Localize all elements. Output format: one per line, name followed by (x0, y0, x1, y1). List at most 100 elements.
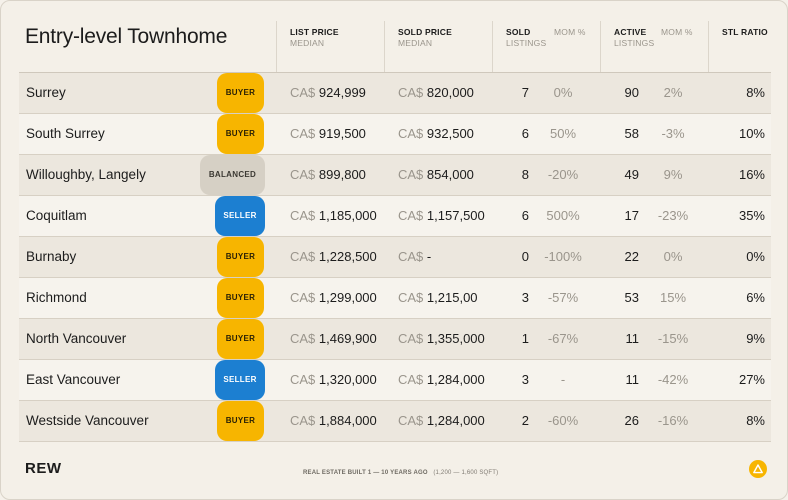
list-price-value: 1,228,500 (318, 249, 377, 264)
list-price-value: 1,185,000 (318, 208, 377, 223)
header-stl-ratio: STL RATIO (722, 27, 768, 38)
currency-label: CA$ (398, 208, 424, 223)
sold-price: CA$ 1,355,000 (398, 319, 485, 359)
currency-label: CA$ (398, 331, 424, 346)
list-price: CA$ 1,469,900 (290, 319, 377, 359)
list-price: CA$ 1,299,000 (290, 278, 377, 318)
active-listings: 58 (624, 126, 639, 141)
market-table-card: Entry-level Townhome LIST PRICE MEDIAN S… (0, 0, 788, 500)
city-name: Willoughby, Langely (26, 167, 146, 182)
sold-price-value: 1,284,000 (426, 372, 485, 387)
currency-label: CA$ (290, 167, 316, 182)
table-row: Richmond BUYER CA$ 1,299,000 CA$ 1,215,0… (19, 278, 771, 319)
sold-mom: - (560, 372, 566, 387)
currency-label: CA$ (290, 249, 316, 264)
list-price-value: 924,999 (318, 85, 366, 100)
currency-label: CA$ (398, 372, 424, 387)
active-mom: -23% (657, 208, 689, 223)
stl-ratio: 9% (746, 331, 765, 346)
market-badge: BALANCED (200, 155, 265, 195)
stl-ratio: 0% (746, 249, 765, 264)
stl-ratio: 16% (738, 167, 765, 182)
sold-price: CA$ 1,215,00 (398, 278, 478, 318)
stl-ratio: 8% (746, 85, 765, 100)
list-price: CA$ 899,800 (290, 155, 366, 195)
sold-price: CA$ 1,284,000 (398, 401, 485, 441)
sold-price-value: 854,000 (426, 167, 474, 182)
currency-label: CA$ (290, 85, 316, 100)
currency-label: CA$ (398, 85, 424, 100)
active-listings: 22 (624, 249, 639, 264)
sold-price: CA$ 820,000 (398, 73, 474, 113)
sold-mom: 500% (546, 208, 580, 223)
city-name: East Vancouver (26, 372, 121, 387)
active-mom: -3% (661, 126, 685, 141)
list-price: CA$ 924,999 (290, 73, 366, 113)
active-listings: 11 (625, 331, 640, 346)
active-listings: 11 (625, 372, 640, 387)
sold-listings: 7 (521, 85, 529, 100)
footer-note-sub: (1,200 — 1,600 SQFT) (433, 470, 499, 476)
header-label: SOLD PRICE (398, 27, 452, 37)
header-label: ACTIVE (614, 27, 647, 37)
list-price-value: 1,299,000 (318, 290, 377, 305)
sold-price: CA$ 1,157,500 (398, 196, 485, 236)
header-sublabel: LISTINGS (506, 38, 547, 48)
sold-price-value: 1,215,00 (426, 290, 478, 305)
sold-price: CA$ 854,000 (398, 155, 474, 195)
currency-label: CA$ (290, 290, 316, 305)
sold-price-value: 1,355,000 (426, 331, 485, 346)
sold-price-value: 1,157,500 (426, 208, 485, 223)
market-badge: BUYER (217, 114, 264, 154)
currency-label: CA$ (398, 290, 424, 305)
market-badge: BUYER (217, 237, 264, 277)
list-price-value: 1,469,900 (318, 331, 377, 346)
table-row: North Vancouver BUYER CA$ 1,469,900 CA$ … (19, 319, 771, 360)
sold-price-value: 820,000 (426, 85, 474, 100)
sold-mom: 0% (553, 85, 573, 100)
sold-price-value: 1,284,000 (426, 413, 485, 428)
header-label: STL RATIO (722, 27, 768, 37)
table-row: Westside Vancouver BUYER CA$ 1,884,000 C… (19, 401, 771, 442)
sold-price: CA$ 932,500 (398, 114, 474, 154)
header-mom-active: MOM % (661, 27, 693, 37)
sold-mom: -20% (547, 167, 579, 182)
currency-label: CA$ (290, 331, 316, 346)
city-name: North Vancouver (26, 331, 127, 346)
list-price: CA$ 1,185,000 (290, 196, 377, 236)
currency-label: CA$ (290, 126, 316, 141)
currency-label: CA$ (398, 126, 424, 141)
warning-triangle-icon (753, 464, 763, 474)
table-row: Coquitlam SELLER CA$ 1,185,000 CA$ 1,157… (19, 196, 771, 237)
currency-label: CA$ (290, 372, 316, 387)
header-mom-sold: MOM % (554, 27, 586, 37)
table-row: Surrey BUYER CA$ 924,999 CA$ 820,000 7 0… (19, 73, 771, 114)
list-price: CA$ 919,500 (290, 114, 366, 154)
active-listings: 26 (624, 413, 639, 428)
active-mom: 9% (663, 167, 683, 182)
city-name: Surrey (26, 85, 66, 100)
list-price: CA$ 1,320,000 (290, 360, 377, 400)
sold-mom: 50% (549, 126, 577, 141)
header-label: LIST PRICE (290, 27, 339, 37)
header-sublabel: LISTINGS (614, 38, 655, 48)
footer-note-main: REAL ESTATE BUILT 1 — 10 YEARS AGO (303, 470, 428, 476)
sold-listings: 3 (521, 290, 529, 305)
active-mom: -16% (657, 413, 689, 428)
list-price-value: 919,500 (318, 126, 366, 141)
active-mom: 15% (659, 290, 687, 305)
stl-ratio: 8% (746, 413, 765, 428)
active-mom: 0% (663, 249, 683, 264)
sold-listings: 1 (521, 331, 529, 346)
sold-listings: 0 (521, 249, 529, 264)
active-listings: 17 (624, 208, 639, 223)
stl-ratio: 10% (738, 126, 765, 141)
active-listings: 90 (624, 85, 639, 100)
currency-label: CA$ (290, 208, 316, 223)
currency-label: CA$ (398, 249, 424, 264)
sold-listings: 2 (521, 413, 529, 428)
currency-label: CA$ (398, 413, 424, 428)
market-badge: BUYER (217, 278, 264, 318)
list-price-value: 1,884,000 (318, 413, 377, 428)
list-price: CA$ 1,884,000 (290, 401, 377, 441)
